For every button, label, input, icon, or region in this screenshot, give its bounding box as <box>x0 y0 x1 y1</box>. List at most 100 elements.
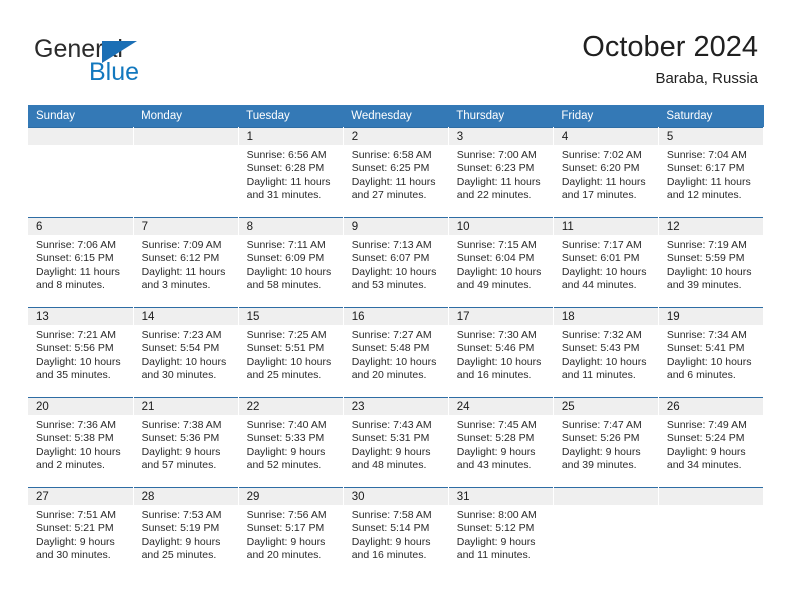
calendar-day-cell-empty <box>658 487 765 577</box>
day-number: 13 <box>28 308 133 325</box>
calendar-day-cell[interactable]: 30 Sunrise: 7:58 AM Sunset: 5:14 PM Dayligh… <box>343 487 449 577</box>
day-number <box>658 488 763 505</box>
calendar-day-cell[interactable]: 1 Sunrise: 6:56 AM Sunset: 6:28 PM Daylight… <box>238 127 344 218</box>
sunset-text: Sunset: 6:25 PM <box>351 162 430 175</box>
day-number <box>553 488 658 505</box>
calendar-day-cell[interactable]: 2 Sunrise: 6:58 AM Sunset: 6:25 PM Daylight… <box>343 127 449 218</box>
daylight-line2-text: and 3 minutes. <box>141 279 211 292</box>
sunset-text: Sunset: 5:12 PM <box>456 522 535 535</box>
day-number: 22 <box>238 398 343 415</box>
daylight-line1-text: Daylight: 10 hours <box>456 355 542 368</box>
sunrise-text: Sunrise: 7:47 AM <box>561 419 642 431</box>
calendar-grid: Sunday Monday Tuesday Wednesday Thursday… <box>28 105 765 577</box>
day-details: Sunrise: 7:53 AM Sunset: 5:19 PM Daylight:… <box>134 505 238 563</box>
sunset-text: Sunset: 5:31 PM <box>351 432 430 445</box>
sunset-text: Sunset: 5:17 PM <box>246 522 325 535</box>
calendar-day-cell[interactable]: 13 Sunrise: 7:21 AM Sunset: 5:56 PM Dayligh… <box>28 307 134 398</box>
calendar-day-cell[interactable]: 19 Sunrise: 7:34 AM Sunset: 5:41 PM Dayligh… <box>658 307 765 398</box>
day-details <box>659 505 763 509</box>
sunset-text: Sunset: 5:56 PM <box>36 342 114 355</box>
sunset-text: Sunset: 6:28 PM <box>246 162 325 175</box>
sunrise-text: Sunrise: 7:38 AM <box>141 419 222 431</box>
daylight-line2-text: and 20 minutes. <box>246 549 322 562</box>
daylight-line1-text: Daylight: 10 hours <box>36 445 121 458</box>
calendar-day-cell[interactable]: 23 Sunrise: 7:43 AM Sunset: 5:31 PM Dayligh… <box>343 397 449 488</box>
sunrise-text: Sunrise: 7:00 AM <box>456 149 537 161</box>
daylight-line2-text: and 39 minutes. <box>561 459 637 472</box>
calendar-day-cell[interactable]: 17 Sunrise: 7:30 AM Sunset: 5:46 PM Dayligh… <box>448 307 554 398</box>
day-details: Sunrise: 7:51 AM Sunset: 5:21 PM Daylight:… <box>28 505 133 563</box>
daylight-line2-text: and 2 minutes. <box>36 459 105 472</box>
day-number: 18 <box>553 308 658 325</box>
calendar-day-cell[interactable]: 14 Sunrise: 7:23 AM Sunset: 5:54 PM Dayligh… <box>133 307 239 398</box>
calendar-day-cell[interactable]: 7 Sunrise: 7:09 AM Sunset: 6:12 PM Daylight… <box>133 217 239 308</box>
calendar-day-cell[interactable]: 12 Sunrise: 7:19 AM Sunset: 5:59 PM Dayligh… <box>658 217 765 308</box>
calendar-day-cell[interactable]: 5 Sunrise: 7:04 AM Sunset: 6:17 PM Daylight… <box>658 127 765 218</box>
weekday-header-tuesday: Tuesday <box>238 105 344 128</box>
daylight-line1-text: Daylight: 10 hours <box>36 355 121 368</box>
calendar-day-cell[interactable]: 11 Sunrise: 7:17 AM Sunset: 6:01 PM Dayligh… <box>553 217 659 308</box>
sunrise-text: Sunrise: 7:15 AM <box>456 239 537 251</box>
calendar-day-cell[interactable]: 22 Sunrise: 7:40 AM Sunset: 5:33 PM Dayligh… <box>238 397 344 488</box>
day-details: Sunrise: 7:13 AM Sunset: 6:07 PM Daylight:… <box>344 235 448 293</box>
daylight-line1-text: Daylight: 11 hours <box>36 265 120 278</box>
day-number: 23 <box>343 398 448 415</box>
calendar-day-cell[interactable]: 16 Sunrise: 7:27 AM Sunset: 5:48 PM Dayligh… <box>343 307 449 398</box>
daylight-line2-text: and 16 minutes. <box>351 549 427 562</box>
sunset-text: Sunset: 5:24 PM <box>666 432 745 445</box>
general-blue-logo[interactable]: General Blue <box>34 36 214 92</box>
sunrise-text: Sunrise: 7:34 AM <box>666 329 747 341</box>
calendar-day-cell[interactable]: 3 Sunrise: 7:00 AM Sunset: 6:23 PM Daylight… <box>448 127 554 218</box>
sunset-text: Sunset: 5:33 PM <box>246 432 325 445</box>
calendar-day-cell[interactable]: 28 Sunrise: 7:53 AM Sunset: 5:19 PM Dayligh… <box>133 487 239 577</box>
daylight-line1-text: Daylight: 10 hours <box>666 265 752 278</box>
weekday-header-thursday: Thursday <box>448 105 554 128</box>
daylight-line2-text: and 11 minutes. <box>456 549 531 562</box>
title-block: October 2024 Baraba, Russia <box>582 30 758 89</box>
day-details: Sunrise: 6:58 AM Sunset: 6:25 PM Daylight:… <box>344 145 448 203</box>
sunset-text: Sunset: 5:38 PM <box>36 432 114 445</box>
sunset-text: Sunset: 5:19 PM <box>141 522 220 535</box>
day-number: 26 <box>658 398 763 415</box>
calendar-day-cell[interactable]: 26 Sunrise: 7:49 AM Sunset: 5:24 PM Dayligh… <box>658 397 765 488</box>
daylight-line1-text: Daylight: 9 hours <box>351 535 431 548</box>
day-number: 11 <box>553 218 658 235</box>
day-number: 5 <box>658 128 763 145</box>
calendar-day-cell-empty <box>553 487 659 577</box>
daylight-line1-text: Daylight: 10 hours <box>246 265 332 278</box>
calendar-day-cell[interactable]: 15 Sunrise: 7:25 AM Sunset: 5:51 PM Dayligh… <box>238 307 344 398</box>
calendar-header-row: Sunday Monday Tuesday Wednesday Thursday… <box>28 105 764 128</box>
calendar-day-cell[interactable]: 6 Sunrise: 7:06 AM Sunset: 6:15 PM Daylight… <box>28 217 134 308</box>
calendar-day-cell[interactable]: 27 Sunrise: 7:51 AM Sunset: 5:21 PM Dayligh… <box>28 487 134 577</box>
daylight-line1-text: Daylight: 9 hours <box>456 535 536 548</box>
sunrise-text: Sunrise: 7:25 AM <box>246 329 327 341</box>
calendar-day-cell[interactable]: 18 Sunrise: 7:32 AM Sunset: 5:43 PM Dayligh… <box>553 307 659 398</box>
sunset-text: Sunset: 6:20 PM <box>561 162 640 175</box>
calendar-day-cell[interactable]: 25 Sunrise: 7:47 AM Sunset: 5:26 PM Dayligh… <box>553 397 659 488</box>
calendar-day-cell[interactable]: 9 Sunrise: 7:13 AM Sunset: 6:07 PM Daylight… <box>343 217 449 308</box>
calendar-day-cell[interactable]: 29 Sunrise: 7:56 AM Sunset: 5:17 PM Dayligh… <box>238 487 344 577</box>
day-details <box>134 145 238 149</box>
calendar-day-cell[interactable]: 20 Sunrise: 7:36 AM Sunset: 5:38 PM Dayligh… <box>28 397 134 488</box>
calendar-day-cell[interactable]: 21 Sunrise: 7:38 AM Sunset: 5:36 PM Dayligh… <box>133 397 239 488</box>
day-number: 19 <box>658 308 763 325</box>
calendar-day-cell[interactable]: 31 Sunrise: 8:00 AM Sunset: 5:12 PM Dayligh… <box>448 487 554 577</box>
sunset-text: Sunset: 5:43 PM <box>561 342 640 355</box>
day-number: 25 <box>553 398 658 415</box>
daylight-line1-text: Daylight: 10 hours <box>561 265 647 278</box>
calendar-day-cell[interactable]: 4 Sunrise: 7:02 AM Sunset: 6:20 PM Daylight… <box>553 127 659 218</box>
day-details: Sunrise: 7:27 AM Sunset: 5:48 PM Daylight:… <box>344 325 448 383</box>
day-details: Sunrise: 7:58 AM Sunset: 5:14 PM Daylight:… <box>344 505 448 563</box>
daylight-line1-text: Daylight: 9 hours <box>141 535 221 548</box>
day-number: 20 <box>28 398 133 415</box>
daylight-line1-text: Daylight: 9 hours <box>246 535 326 548</box>
daylight-line1-text: Daylight: 10 hours <box>141 355 227 368</box>
calendar-day-cell[interactable]: 8 Sunrise: 7:11 AM Sunset: 6:09 PM Daylight… <box>238 217 344 308</box>
weekday-header-sunday: Sunday <box>28 105 134 128</box>
day-number: 7 <box>133 218 238 235</box>
calendar-day-cell[interactable]: 10 Sunrise: 7:15 AM Sunset: 6:04 PM Dayligh… <box>448 217 554 308</box>
calendar-day-cell[interactable]: 24 Sunrise: 7:45 AM Sunset: 5:28 PM Dayligh… <box>448 397 554 488</box>
calendar-week-row: 6 Sunrise: 7:06 AM Sunset: 6:15 PM Daylight… <box>28 217 765 308</box>
daylight-line1-text: Daylight: 11 hours <box>561 175 646 188</box>
sunrise-text: Sunrise: 6:56 AM <box>246 149 327 161</box>
